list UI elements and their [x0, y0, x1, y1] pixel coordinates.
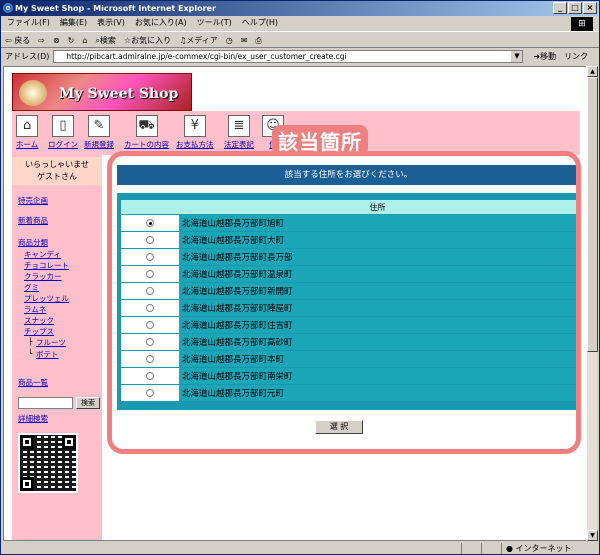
pen-icon: ✎	[88, 115, 110, 137]
print-icon[interactable]: ⎙	[255, 32, 261, 47]
qr-code	[18, 433, 78, 493]
search-button[interactable]: ⌕検索	[95, 32, 115, 47]
sidebar-link-gummy[interactable]: グミ	[24, 282, 39, 293]
sidebar-link-potato[interactable]: ポテト	[36, 349, 59, 360]
address-input[interactable]: http://pibcart.admiralne.jp/e-commex/cgi…	[53, 50, 524, 63]
tree-branch: ├	[28, 337, 33, 346]
address-label: アドレス(D)	[5, 52, 50, 61]
sidebar: いらっしゃいませ ゲストさん 特売企画 新着商品 商品分類 キャンディ チョコレー…	[12, 155, 102, 540]
refresh-icon[interactable]: ↻	[68, 32, 75, 47]
sidebar-link-new[interactable]: 新着商品	[18, 215, 48, 226]
welcome-box: いらっしゃいませ ゲストさん	[12, 157, 102, 185]
sidebar-link-special[interactable]: 特売企画	[18, 195, 48, 206]
menu-favorites[interactable]: お気に入り(A)	[135, 16, 187, 30]
toolbar: ⇦ 戻る ⇨ ⊗ ↻ ⌂ ⌕検索 ☆お気に入り ♫メディア ◷ ✉ ⎙	[1, 31, 599, 48]
annotation-label: 該当箇所	[272, 125, 368, 156]
sidebar-link-pretzel[interactable]: プレッツェル	[24, 293, 69, 304]
sidebar-link-chips[interactable]: チップス	[24, 326, 54, 337]
sidebar-link-cracker[interactable]: クラッカー	[24, 271, 62, 282]
nav-legal[interactable]: ≣ 法定表記	[224, 115, 254, 150]
browser-window: e My Sweet Shop - Microsoft Internet Exp…	[0, 0, 600, 555]
highlight-frame	[107, 151, 581, 454]
cart-icon: ⛟	[135, 115, 158, 137]
stop-icon[interactable]: ⊗	[53, 32, 60, 47]
media-button[interactable]: ♫メディア	[179, 32, 218, 47]
chevron-down-icon[interactable]: ▼	[511, 51, 523, 62]
menu-tools[interactable]: ツール(T)	[197, 16, 232, 30]
home-icon[interactable]: ⌂	[82, 32, 87, 47]
search-input[interactable]	[18, 397, 73, 409]
address-bar: アドレス(D) http://pibcart.admiralne.jp/e-co…	[1, 48, 599, 65]
sidebar-link-snack[interactable]: スナック	[24, 315, 54, 326]
tree-branch: └	[28, 349, 33, 358]
menu-edit[interactable]: 編集(E)	[60, 16, 87, 30]
ie-logo-icon: e	[3, 3, 13, 13]
page-viewport: My Sweet Shop ⌂ ホーム ▯ ログイン ✎ 新規登録 ⛟ カートの内容 ¥…	[3, 66, 587, 541]
nav-cart[interactable]: ⛟ カートの内容	[124, 115, 169, 150]
links-button[interactable]: リンク	[564, 51, 588, 62]
menu-view[interactable]: 表示(V)	[97, 16, 125, 30]
go-button[interactable]: ➜移動	[533, 51, 556, 62]
minimize-button[interactable]: _	[553, 2, 567, 14]
title-bar: e My Sweet Shop - Microsoft Internet Exp…	[1, 1, 599, 16]
nav-payment[interactable]: ¥ お支払方法	[176, 115, 214, 150]
menu-file[interactable]: ファイル(F)	[7, 16, 50, 30]
forward-button[interactable]: ⇨	[38, 32, 45, 47]
yen-icon: ¥	[183, 115, 206, 137]
sidebar-link-chocolate[interactable]: チョコレート	[24, 260, 69, 271]
login-door-icon: ▯	[52, 115, 74, 137]
sidebar-link-ramune[interactable]: ラムネ	[24, 304, 46, 315]
scroll-thumb[interactable]	[587, 77, 598, 352]
vertical-scrollbar[interactable]: ▲ ▼	[586, 66, 598, 541]
window-title: My Sweet Shop - Microsoft Internet Explo…	[15, 4, 216, 13]
close-button[interactable]: ×	[583, 2, 597, 14]
sidebar-link-category[interactable]: 商品分類	[18, 237, 48, 248]
status-bar: ● インターネット	[1, 542, 599, 555]
history-icon[interactable]: ◷	[226, 32, 233, 47]
scroll-up-icon[interactable]: ▲	[587, 66, 598, 77]
sidebar-link-all-products[interactable]: 商品一覧	[18, 377, 48, 388]
favorites-button[interactable]: ☆お気に入り	[124, 32, 171, 47]
sidebar-link-fruits[interactable]: フルーツ	[36, 337, 66, 348]
sidebar-link-candy[interactable]: キャンディ	[24, 249, 61, 260]
search-button[interactable]: 検索	[76, 397, 100, 409]
menu-help[interactable]: ヘルプ(H)	[242, 16, 278, 30]
windows-logo-icon: ⊞	[571, 17, 593, 31]
shop-logo[interactable]: My Sweet Shop	[12, 73, 192, 111]
back-button[interactable]: ⇦ 戻る	[5, 32, 30, 47]
menu-bar: ファイル(F) 編集(E) 表示(V) お気に入り(A) ツール(T) ヘルプ(…	[1, 16, 599, 30]
zone-label: ● インターネット	[506, 544, 572, 553]
sidebar-link-advanced-search[interactable]: 詳細検索	[18, 413, 48, 424]
nav-login[interactable]: ▯ ログイン	[48, 115, 78, 150]
home-icon: ⌂	[16, 115, 39, 137]
document-icon: ≣	[228, 115, 250, 137]
scroll-down-icon[interactable]: ▼	[587, 530, 598, 541]
mail-icon[interactable]: ✉	[241, 32, 248, 47]
maximize-button[interactable]: □	[568, 2, 582, 14]
nav-register[interactable]: ✎ 新規登録	[84, 115, 114, 150]
nav-home[interactable]: ⌂ ホーム	[16, 115, 38, 150]
